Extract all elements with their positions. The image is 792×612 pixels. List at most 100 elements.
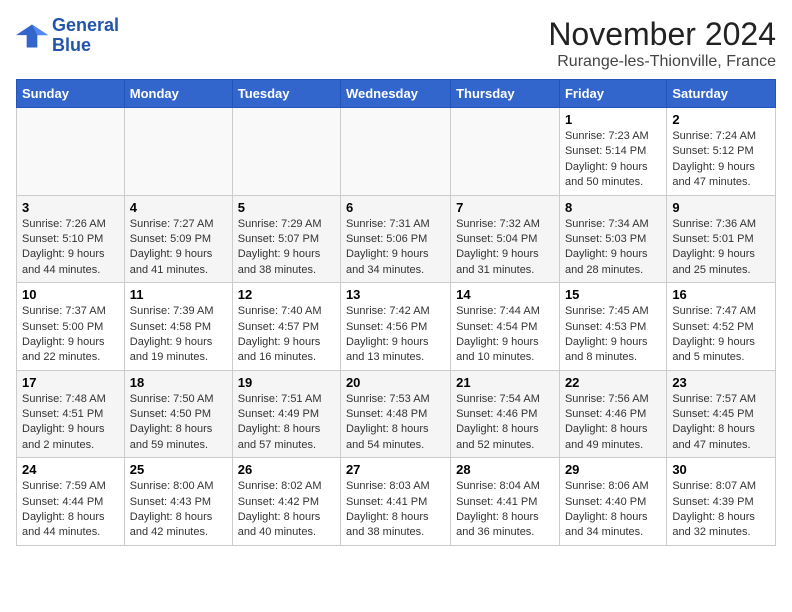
calendar-cell: 24 Sunrise: 7:59 AM Sunset: 4:44 PM Dayli… (17, 458, 125, 546)
weekday-header: Tuesday (232, 80, 340, 108)
day-number: 26 (238, 462, 335, 477)
calendar-cell: 15Sunrise: 7:45 AM Sunset: 4:53 PM Dayli… (559, 283, 666, 371)
day-number: 17 (22, 375, 119, 390)
day-info: Sunrise: 7:48 AM Sunset: 4:51 PM Dayligh… (22, 392, 119, 454)
calendar-cell: 5 Sunrise: 7:29 AM Sunset: 5:07 PM Daylig… (232, 195, 340, 283)
calendar-table: SundayMondayTuesdayWednesdayThursdayFrid… (16, 79, 776, 546)
day-number: 23 (672, 375, 770, 390)
weekday-header: Friday (559, 80, 666, 108)
day-info: Sunrise: 7:51 AM Sunset: 4:49 PM Dayligh… (238, 392, 335, 454)
calendar-cell: 8 Sunrise: 7:34 AM Sunset: 5:03 PM Daylig… (559, 195, 666, 283)
day-info: Sunrise: 8:04 AM Sunset: 4:41 PM Dayligh… (456, 479, 554, 541)
day-info: Sunrise: 7:31 AM Sunset: 5:06 PM Dayligh… (346, 217, 445, 279)
page-title: November 2024 (548, 16, 776, 53)
calendar-cell: 3Sunrise: 7:26 AM Sunset: 5:10 PM Daylig… (17, 195, 125, 283)
day-number: 13 (346, 287, 445, 302)
calendar-cell: 30 Sunrise: 8:07 AM Sunset: 4:39 PM Dayli… (667, 458, 776, 546)
day-number: 6 (346, 200, 445, 215)
logo-text: General Blue (52, 16, 119, 56)
day-info: Sunrise: 7:32 AM Sunset: 5:04 PM Dayligh… (456, 217, 554, 279)
day-number: 30 (672, 462, 770, 477)
day-number: 15 (565, 287, 661, 302)
calendar-cell: 21 Sunrise: 7:54 AM Sunset: 4:46 PM Dayli… (451, 370, 560, 458)
day-number: 8 (565, 200, 661, 215)
day-number: 7 (456, 200, 554, 215)
calendar-cell: 6 Sunrise: 7:31 AM Sunset: 5:06 PM Daylig… (340, 195, 450, 283)
weekday-header: Thursday (451, 80, 560, 108)
day-info: Sunrise: 7:59 AM Sunset: 4:44 PM Dayligh… (22, 479, 119, 541)
calendar-cell: 10Sunrise: 7:37 AM Sunset: 5:00 PM Dayli… (17, 283, 125, 371)
calendar-cell: 22 Sunrise: 7:56 AM Sunset: 4:46 PM Dayli… (559, 370, 666, 458)
day-number: 1 (565, 112, 661, 127)
day-info: Sunrise: 7:37 AM Sunset: 5:00 PM Dayligh… (22, 304, 119, 366)
calendar-week-row: 3Sunrise: 7:26 AM Sunset: 5:10 PM Daylig… (17, 195, 776, 283)
day-number: 18 (130, 375, 227, 390)
day-info: Sunrise: 7:27 AM Sunset: 5:09 PM Dayligh… (130, 217, 227, 279)
calendar-cell: 16 Sunrise: 7:47 AM Sunset: 4:52 PM Dayli… (667, 283, 776, 371)
day-number: 9 (672, 200, 770, 215)
page-subtitle: Rurange-les-Thionville, France (548, 53, 776, 71)
day-number: 4 (130, 200, 227, 215)
day-number: 19 (238, 375, 335, 390)
calendar-cell: 14 Sunrise: 7:44 AM Sunset: 4:54 PM Dayli… (451, 283, 560, 371)
weekday-header: Sunday (17, 80, 125, 108)
calendar-cell: 29 Sunrise: 8:06 AM Sunset: 4:40 PM Dayli… (559, 458, 666, 546)
day-info: Sunrise: 7:54 AM Sunset: 4:46 PM Dayligh… (456, 392, 554, 454)
day-info: Sunrise: 7:39 AM Sunset: 4:58 PM Dayligh… (130, 304, 227, 366)
day-info: Sunrise: 7:47 AM Sunset: 4:52 PM Dayligh… (672, 304, 770, 366)
calendar-header-row: SundayMondayTuesdayWednesdayThursdayFrid… (17, 80, 776, 108)
day-info: Sunrise: 7:29 AM Sunset: 5:07 PM Dayligh… (238, 217, 335, 279)
day-number: 29 (565, 462, 661, 477)
day-info: Sunrise: 7:53 AM Sunset: 4:48 PM Dayligh… (346, 392, 445, 454)
calendar-cell: 19 Sunrise: 7:51 AM Sunset: 4:49 PM Dayli… (232, 370, 340, 458)
day-number: 11 (130, 287, 227, 302)
day-number: 21 (456, 375, 554, 390)
title-area: November 2024 Rurange-les-Thionville, Fr… (548, 16, 776, 71)
calendar-cell: 20 Sunrise: 7:53 AM Sunset: 4:48 PM Dayli… (340, 370, 450, 458)
calendar-cell (451, 108, 560, 196)
day-info: Sunrise: 8:06 AM Sunset: 4:40 PM Dayligh… (565, 479, 661, 541)
calendar-cell: 2Sunrise: 7:24 AM Sunset: 5:12 PM Daylig… (667, 108, 776, 196)
day-info: Sunrise: 8:07 AM Sunset: 4:39 PM Dayligh… (672, 479, 770, 541)
day-info: Sunrise: 7:23 AM Sunset: 5:14 PM Dayligh… (565, 129, 661, 191)
day-info: Sunrise: 7:56 AM Sunset: 4:46 PM Dayligh… (565, 392, 661, 454)
day-number: 5 (238, 200, 335, 215)
day-number: 20 (346, 375, 445, 390)
calendar-cell (340, 108, 450, 196)
day-number: 25 (130, 462, 227, 477)
calendar-cell: 26 Sunrise: 8:02 AM Sunset: 4:42 PM Dayli… (232, 458, 340, 546)
day-info: Sunrise: 7:26 AM Sunset: 5:10 PM Dayligh… (22, 217, 119, 279)
calendar-cell: 7 Sunrise: 7:32 AM Sunset: 5:04 PM Daylig… (451, 195, 560, 283)
calendar-week-row: 17 Sunrise: 7:48 AM Sunset: 4:51 PM Dayli… (17, 370, 776, 458)
calendar-cell (17, 108, 125, 196)
day-number: 14 (456, 287, 554, 302)
weekday-header: Saturday (667, 80, 776, 108)
day-number: 12 (238, 287, 335, 302)
day-info: Sunrise: 8:03 AM Sunset: 4:41 PM Dayligh… (346, 479, 445, 541)
calendar-week-row: 24 Sunrise: 7:59 AM Sunset: 4:44 PM Dayli… (17, 458, 776, 546)
calendar-cell: 18Sunrise: 7:50 AM Sunset: 4:50 PM Dayli… (124, 370, 232, 458)
calendar-cell: 12 Sunrise: 7:40 AM Sunset: 4:57 PM Dayli… (232, 283, 340, 371)
weekday-header: Wednesday (340, 80, 450, 108)
day-number: 16 (672, 287, 770, 302)
day-number: 27 (346, 462, 445, 477)
calendar-cell: 4 Sunrise: 7:27 AM Sunset: 5:09 PM Daylig… (124, 195, 232, 283)
day-info: Sunrise: 7:34 AM Sunset: 5:03 PM Dayligh… (565, 217, 661, 279)
calendar-cell: 11 Sunrise: 7:39 AM Sunset: 4:58 PM Dayli… (124, 283, 232, 371)
day-number: 28 (456, 462, 554, 477)
calendar-cell (124, 108, 232, 196)
calendar-cell: 1 Sunrise: 7:23 AM Sunset: 5:14 PM Daylig… (559, 108, 666, 196)
calendar-cell: 13Sunrise: 7:42 AM Sunset: 4:56 PM Dayli… (340, 283, 450, 371)
day-number: 22 (565, 375, 661, 390)
day-info: Sunrise: 8:02 AM Sunset: 4:42 PM Dayligh… (238, 479, 335, 541)
calendar-week-row: 10Sunrise: 7:37 AM Sunset: 5:00 PM Dayli… (17, 283, 776, 371)
calendar-cell: 27 Sunrise: 8:03 AM Sunset: 4:41 PM Dayli… (340, 458, 450, 546)
day-info: Sunrise: 7:44 AM Sunset: 4:54 PM Dayligh… (456, 304, 554, 366)
calendar-cell (232, 108, 340, 196)
day-info: Sunrise: 7:24 AM Sunset: 5:12 PM Dayligh… (672, 129, 770, 191)
day-number: 24 (22, 462, 119, 477)
calendar-cell: 23 Sunrise: 7:57 AM Sunset: 4:45 PM Dayli… (667, 370, 776, 458)
day-info: Sunrise: 7:57 AM Sunset: 4:45 PM Dayligh… (672, 392, 770, 454)
calendar-week-row: 1 Sunrise: 7:23 AM Sunset: 5:14 PM Daylig… (17, 108, 776, 196)
day-info: Sunrise: 7:40 AM Sunset: 4:57 PM Dayligh… (238, 304, 335, 366)
